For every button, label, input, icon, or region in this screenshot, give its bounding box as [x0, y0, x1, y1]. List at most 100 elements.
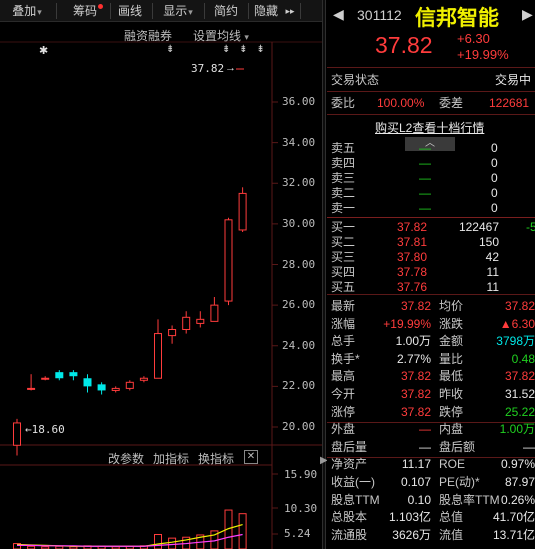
ma-settings-link[interactable]: 设置均线 ▾ [193, 27, 249, 44]
buy-l2-link[interactable]: 购买L2查看十档行情 [375, 119, 484, 136]
stat-value: 25.22 [504, 404, 535, 419]
candle-body [13, 422, 21, 446]
stat-value: 13.71亿 [492, 527, 535, 542]
ask-volume: 0 [491, 186, 498, 200]
stat-label: 跌停 [439, 404, 464, 419]
event-arrow-icon[interactable]: ⇟ [166, 44, 174, 55]
stat-row: 净资产 11.17 ROE 0.97% [327, 457, 535, 474]
stat-label: 收益(一) [331, 475, 375, 489]
stat-label: 净资产 [331, 457, 368, 472]
stat-row: 盘后量 — 盘后额 — [327, 440, 535, 457]
volume-ma-line-yellow [16, 523, 243, 547]
ask-row[interactable]: 卖一 — 0 [327, 201, 535, 216]
ask-volume: 0 [491, 171, 498, 185]
overlay-menu-button[interactable]: 叠加▾ [0, 0, 54, 22]
candle-body [27, 387, 36, 390]
ask-level-label: 卖二 [331, 186, 356, 200]
ask-row[interactable]: 卖四 — 0 [327, 156, 535, 171]
bid-price: 37.78 [397, 265, 428, 279]
stat-row: 总手 1.00万 金额 3798万 [327, 334, 535, 351]
stat-label: 金额 [439, 334, 464, 349]
stat-value: 37.82 [504, 299, 535, 313]
stat-value: — [419, 439, 431, 454]
stock-name: 信邦智能 [415, 7, 499, 30]
bid-row[interactable]: 买一 37.82 122467 -5 [327, 220, 535, 235]
stat-row: 涨幅 +19.99% 涨跌 ▲6.30 [327, 317, 535, 334]
candle-body [83, 378, 92, 387]
stat-label: 量比 [439, 351, 464, 366]
stat-label: 总值 [439, 510, 464, 525]
change-params-button[interactable]: 改参数 [108, 450, 144, 467]
stat-value: 1.103亿 [388, 510, 431, 525]
stat-row: 换手* 2.77% 量比 0.48 [327, 352, 535, 369]
price-tick-label: 36.00 [282, 95, 316, 108]
stat-value: 3626万 [392, 527, 431, 542]
ask-level-label: 卖四 [331, 156, 356, 170]
bid-price: 37.81 [397, 235, 428, 249]
price-change: +6.30 [457, 31, 490, 46]
stat-label: 涨跌 [439, 316, 464, 331]
stat-row: 流通股 3626万 流值 13.71亿 [327, 528, 535, 545]
bid-row[interactable]: 买五 37.76 11 [327, 280, 535, 295]
toolbar-divider [56, 3, 57, 19]
toolbar-divider [248, 3, 249, 19]
margin-trading-link[interactable]: 融资融券 [124, 27, 172, 44]
candle-body [224, 219, 233, 302]
draw-line-label: 画线 [117, 4, 142, 18]
bid-row[interactable]: 买二 37.81 150 [327, 235, 535, 250]
candle-body [139, 377, 148, 381]
next-stock-arrow-icon[interactable]: ▶ [522, 6, 533, 23]
stat-value: — [523, 439, 535, 454]
bid-level-label: 买三 [331, 250, 356, 264]
bid-volume: 122467 [458, 220, 499, 234]
hide-button[interactable]: 隐藏 [250, 0, 282, 22]
bid-row[interactable]: 买三 37.80 42 [327, 250, 535, 265]
event-star-icon[interactable]: ✱ [39, 44, 48, 57]
stat-value: 31.52 [504, 387, 535, 401]
divider [327, 91, 535, 92]
price-tick-label: 32.00 [282, 176, 316, 190]
stat-value: 0.26% [500, 492, 535, 507]
draw-line-button[interactable]: 画线 [112, 0, 148, 22]
price-tick-label: 22.00 [282, 379, 316, 393]
stat-value: 1.00万 [395, 334, 431, 349]
stat-label: 最新 [331, 299, 356, 313]
volume-tick-label: 10.30 [284, 502, 318, 515]
ask-price: — [419, 141, 431, 155]
toolbar-divider [204, 3, 205, 19]
kline-chart[interactable]: 融资融券 设置均线 ▾ ✱ ⇟ ⇟ ⇟ ⇟ 37.82 → ←18.60 36.… [0, 22, 322, 549]
divider [327, 294, 535, 295]
stat-value: 0.97% [500, 457, 535, 472]
volume-bar [238, 513, 247, 549]
ask-row[interactable]: 卖二 — 0 [327, 186, 535, 201]
kline-canvas[interactable] [0, 22, 322, 549]
close-icon[interactable]: ✕ [244, 450, 258, 464]
bid-level-label: 买四 [331, 265, 356, 279]
display-menu-button[interactable]: 显示▾ [154, 0, 202, 22]
event-arrows-icon[interactable]: ⇟ ⇟ ⇟ [222, 44, 268, 55]
ask-row[interactable]: 卖五 — 0 [327, 141, 535, 156]
chips-button[interactable]: 筹码 [60, 0, 110, 22]
bid-volume: 150 [478, 235, 499, 249]
candle-body [41, 377, 50, 380]
price-tick-label: 30.00 [282, 216, 316, 230]
stat-label: 内盘 [439, 422, 464, 437]
quote-panel: ◀ 301112 信邦智能 ▶ 37.82 +6.30 +19.99% 交易状态… [327, 0, 535, 549]
add-indicator-button[interactable]: 加指标 [153, 450, 189, 467]
stock-code: 301112 [357, 7, 402, 23]
bid-row[interactable]: 买四 37.78 11 [327, 265, 535, 280]
low-price-value: 18.60 [31, 423, 65, 436]
stat-value: 87.97 [504, 475, 535, 489]
stat-row: 股息TTM 0.10 股息率TTM 0.26% [327, 493, 535, 510]
more-arrows-icon[interactable]: ▸▸ [282, 0, 298, 22]
stat-value: 37.82 [400, 299, 431, 313]
prev-stock-arrow-icon[interactable]: ◀ [333, 6, 344, 23]
simple-mode-button[interactable]: 简约 [206, 0, 246, 22]
bid-price: 37.82 [397, 220, 428, 234]
display-label: 显示 [163, 4, 188, 18]
switch-indicator-button[interactable]: 换指标 [198, 450, 234, 467]
current-price: 37.82 [375, 32, 433, 58]
price-tick-label: 34.00 [282, 135, 316, 149]
ask-row[interactable]: 卖三 — 0 [327, 171, 535, 186]
hide-label: 隐藏 [253, 4, 278, 18]
